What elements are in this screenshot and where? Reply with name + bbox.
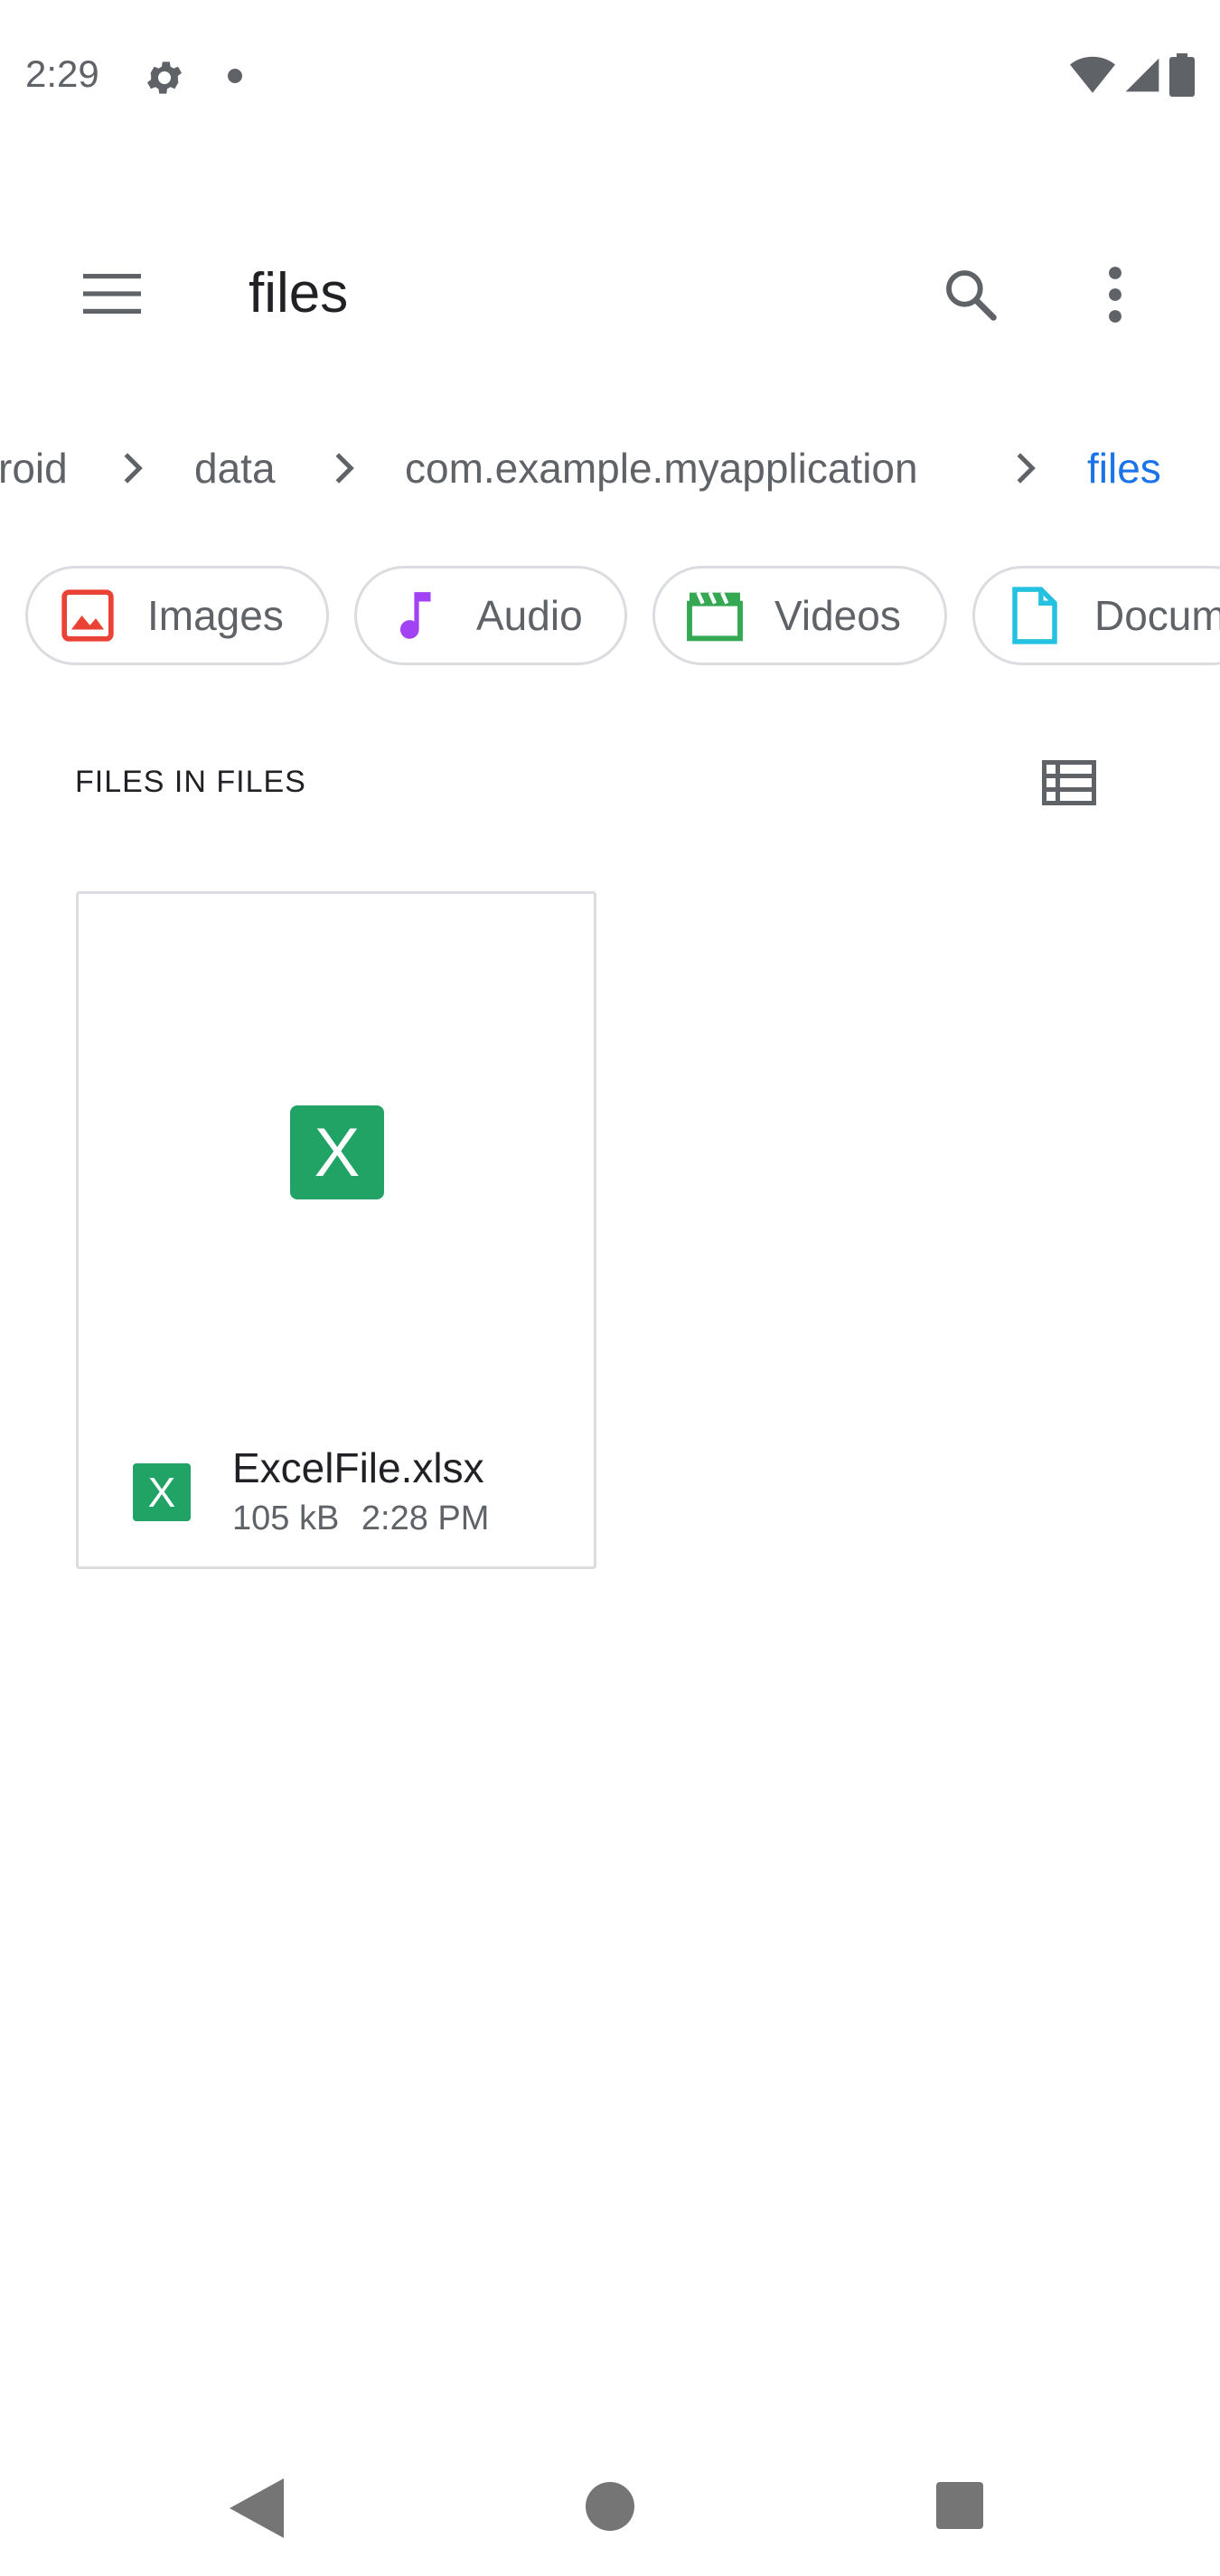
chevron-right-icon: [335, 453, 354, 484]
wifi-icon: [1070, 56, 1115, 93]
breadcrumb-item-package[interactable]: com.example.myapplication: [405, 425, 918, 512]
breadcrumb-item-files[interactable]: files: [1087, 425, 1161, 512]
more-options-button[interactable]: [1081, 260, 1150, 329]
recents-icon[interactable]: [936, 2482, 983, 2529]
image-icon: [61, 589, 114, 642]
chip-audio[interactable]: Audio: [354, 566, 627, 665]
cell-signal-icon: [1125, 58, 1159, 92]
search-button[interactable]: [936, 260, 1005, 329]
breadcrumb: roid data com.example.myapplication file…: [0, 425, 1220, 512]
more-vert-icon: [1109, 267, 1121, 323]
chevron-right-icon: [1017, 453, 1036, 484]
home-icon[interactable]: [586, 2482, 634, 2531]
menu-button[interactable]: [74, 262, 150, 325]
file-card[interactable]: X X ExcelFile.xlsx 105 kB 2:28 PM: [76, 891, 596, 1569]
chip-label: Docum: [1094, 592, 1220, 639]
file-size: 105 kB: [232, 1500, 340, 1537]
file-meta: 105 kB 2:28 PM: [232, 1500, 489, 1538]
list-view-toggle-button[interactable]: [1039, 756, 1099, 810]
search-icon: [946, 270, 997, 321]
chip-label: Images: [147, 592, 284, 639]
page-title: files: [249, 262, 349, 324]
breadcrumb-item-data[interactable]: data: [194, 425, 276, 512]
list-view-icon: [1042, 760, 1096, 805]
system-nav-bar: [0, 2440, 1220, 2576]
file-modified-time: 2:28 PM: [361, 1500, 490, 1537]
menu-icon: [83, 274, 141, 314]
category-chips: Images Audio Videos Docum: [0, 566, 1220, 667]
clapperboard-icon: [687, 591, 743, 642]
notification-dot-icon: [228, 69, 242, 83]
chevron-right-icon: [124, 453, 143, 484]
section-title: FILES IN FILES: [75, 765, 306, 799]
music-note-icon: [399, 592, 431, 639]
chip-documents[interactable]: Docum: [972, 566, 1220, 665]
chip-label: Audio: [476, 592, 583, 639]
back-icon[interactable]: [230, 2478, 284, 2538]
breadcrumb-item-android[interactable]: roid: [0, 425, 68, 512]
excel-file-thumbnail-icon: X: [290, 1105, 384, 1199]
status-indicators: [1070, 52, 1195, 98]
chip-images[interactable]: Images: [25, 566, 329, 665]
battery-icon: [1169, 53, 1195, 97]
app-bar: files: [0, 244, 1220, 343]
chip-label: Videos: [774, 592, 901, 639]
document-icon: [1012, 587, 1057, 644]
chip-videos[interactable]: Videos: [652, 566, 947, 665]
gear-icon: [147, 61, 182, 94]
status-bar: 2:29: [0, 0, 1220, 154]
status-time: 2:29: [25, 52, 99, 95]
file-name: ExcelFile.xlsx: [232, 1444, 484, 1491]
excel-file-type-icon: X: [133, 1463, 191, 1521]
